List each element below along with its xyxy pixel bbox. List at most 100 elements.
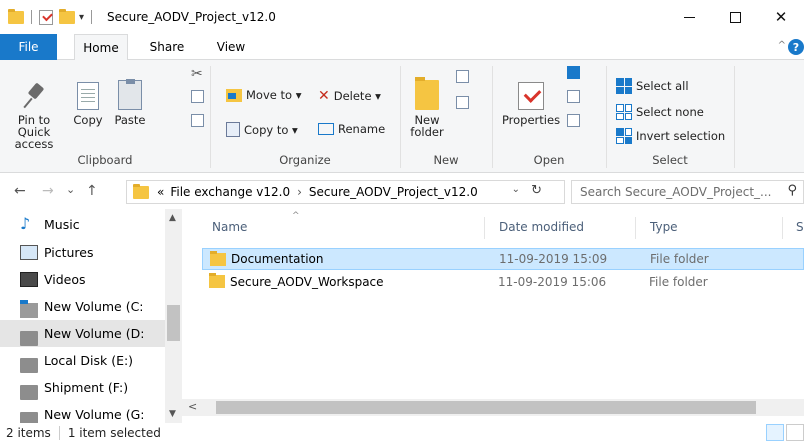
new-item-button[interactable] xyxy=(456,70,469,83)
recent-locations-button[interactable]: ⌄ xyxy=(66,183,75,196)
properties-button[interactable]: Properties xyxy=(498,82,564,126)
easy-access-icon xyxy=(456,96,469,109)
drive-icon xyxy=(20,385,38,400)
column-header-size[interactable]: S xyxy=(796,220,804,234)
nav-item-pictures[interactable]: Pictures xyxy=(0,239,165,266)
edit-icon xyxy=(567,90,580,103)
close-button[interactable]: ✕ xyxy=(758,0,804,34)
nav-item-drive-f[interactable]: Shipment (F:) xyxy=(0,374,165,401)
delete-label: Delete ▾ xyxy=(333,89,381,103)
nav-scrollbar[interactable]: ▲ ▼ xyxy=(165,209,182,423)
breadcrumb-item[interactable]: File exchange v12.0 xyxy=(170,185,290,199)
address-dropdown-icon[interactable]: ⌄ xyxy=(512,184,520,195)
drive-icon xyxy=(20,358,38,373)
nav-item-label: Shipment (F:) xyxy=(44,380,129,395)
folder-icon xyxy=(133,183,149,199)
scrollbar-thumb[interactable] xyxy=(167,305,180,341)
properties-quick-icon[interactable] xyxy=(39,9,53,25)
open-button[interactable] xyxy=(567,66,580,79)
drive-icon xyxy=(20,331,38,346)
nav-item-label: New Volume (C: xyxy=(44,299,144,314)
help-icon[interactable]: ? xyxy=(788,39,804,55)
nav-item-drive-e[interactable]: Local Disk (E:) xyxy=(0,347,165,374)
maximize-icon xyxy=(729,11,741,23)
new-group-label: New xyxy=(433,153,459,167)
delete-button[interactable]: ✕ Delete ▾ xyxy=(318,88,381,104)
paste-button[interactable]: Paste xyxy=(110,79,150,126)
scroll-down-icon[interactable]: ▼ xyxy=(169,409,176,419)
address-bar-row: ← → ⌄ ↑ « File exchange v12.0 › Secure_A… xyxy=(0,173,804,209)
minimize-button[interactable] xyxy=(666,0,712,34)
scroll-left-icon[interactable]: < xyxy=(188,400,197,413)
nav-item-music[interactable]: ♪ Music xyxy=(0,211,165,238)
column-header-type[interactable]: Type xyxy=(650,220,678,234)
nav-item-drive-d[interactable]: New Volume (D: xyxy=(0,320,165,347)
rename-button[interactable]: Rename xyxy=(318,122,385,136)
os-drive-icon xyxy=(20,300,38,318)
select-none-button[interactable]: Select none xyxy=(616,104,704,120)
breadcrumb-item[interactable]: Secure_AODV_Project_v12.0 xyxy=(309,185,478,199)
up-button[interactable]: ↑ xyxy=(86,183,98,199)
copy-to-button[interactable]: Copy to ▾ xyxy=(226,122,298,137)
clipboard-group-label: Clipboard xyxy=(77,153,133,167)
horizontal-scrollbar[interactable]: < xyxy=(182,399,804,416)
address-input[interactable]: « File exchange v12.0 › Secure_AODV_Proj… xyxy=(126,180,565,204)
breadcrumb-separator[interactable]: › xyxy=(297,185,302,199)
tab-view[interactable]: View xyxy=(207,34,255,60)
nav-item-videos[interactable]: Videos xyxy=(0,266,165,293)
cut-button[interactable]: ✂ xyxy=(191,66,203,82)
invert-selection-icon xyxy=(616,128,632,144)
move-to-button[interactable]: Move to ▾ xyxy=(226,88,301,102)
nav-item-label: Pictures xyxy=(44,245,94,260)
folder-icon xyxy=(8,8,24,24)
music-icon: ♪ xyxy=(20,214,31,233)
maximize-button[interactable] xyxy=(712,0,758,34)
column-header-date[interactable]: Date modified xyxy=(499,220,584,234)
pin-to-quick-access-button[interactable]: Pin to Quick access xyxy=(4,84,64,150)
customize-toolbar-icon[interactable]: ▾ xyxy=(79,12,84,23)
easy-access-button[interactable] xyxy=(456,96,469,109)
large-icons-view-button[interactable] xyxy=(786,424,804,441)
invert-selection-button[interactable]: Invert selection xyxy=(616,128,725,144)
refresh-icon[interactable]: ↻ xyxy=(531,183,542,198)
tab-home[interactable]: Home xyxy=(74,34,128,61)
table-row[interactable]: Documentation 11-09-2019 15:09 File fold… xyxy=(202,248,804,270)
pin-label: Pin to Quick access xyxy=(14,113,54,151)
select-all-icon xyxy=(616,78,632,94)
collapse-ribbon-icon[interactable]: ^ xyxy=(778,40,786,51)
copy-path-icon xyxy=(191,90,204,103)
history-button[interactable] xyxy=(567,114,580,127)
edit-button[interactable] xyxy=(567,90,580,103)
ribbon-home: Pin to Quick access Copy Paste ✂ Clipboa… xyxy=(0,60,804,173)
nav-item-label: New Volume (G: xyxy=(44,407,145,422)
scroll-up-icon[interactable]: ▲ xyxy=(169,213,176,223)
file-type: File folder xyxy=(650,252,709,266)
scissors-icon: ✂ xyxy=(191,66,203,82)
table-row[interactable]: Secure_AODV_Workspace 11-09-2019 15:06 F… xyxy=(202,271,804,293)
back-button[interactable]: ← xyxy=(14,183,26,199)
move-to-label: Move to ▾ xyxy=(246,88,302,102)
divider xyxy=(734,66,735,168)
divider xyxy=(91,10,93,24)
search-input[interactable]: Search Secure_AODV_Project_... ⚲ xyxy=(571,180,804,204)
select-group-label: Select xyxy=(652,153,688,167)
tab-share[interactable]: Share xyxy=(137,34,197,60)
new-folder-button[interactable]: New folder xyxy=(405,77,449,138)
search-placeholder: Search Secure_AODV_Project_... xyxy=(580,185,772,199)
forward-button[interactable]: → xyxy=(42,183,54,199)
tab-file[interactable]: File xyxy=(0,34,57,60)
new-folder-quick-icon[interactable] xyxy=(59,8,75,24)
nav-item-drive-c[interactable]: New Volume (C: xyxy=(0,293,165,320)
copy-path-button[interactable] xyxy=(191,90,204,103)
nav-item-label: New Volume (D: xyxy=(44,326,145,341)
history-icon xyxy=(567,114,580,127)
properties-icon xyxy=(518,82,544,110)
breadcrumb-overflow[interactable]: « xyxy=(157,185,164,199)
copy-button[interactable]: Copy xyxy=(72,82,104,126)
details-view-button[interactable] xyxy=(766,424,784,441)
divider xyxy=(782,217,783,239)
scrollbar-thumb[interactable] xyxy=(216,401,756,414)
column-header-name[interactable]: Name xyxy=(212,220,247,234)
select-all-button[interactable]: Select all xyxy=(616,78,689,94)
paste-shortcut-button[interactable] xyxy=(191,114,204,127)
